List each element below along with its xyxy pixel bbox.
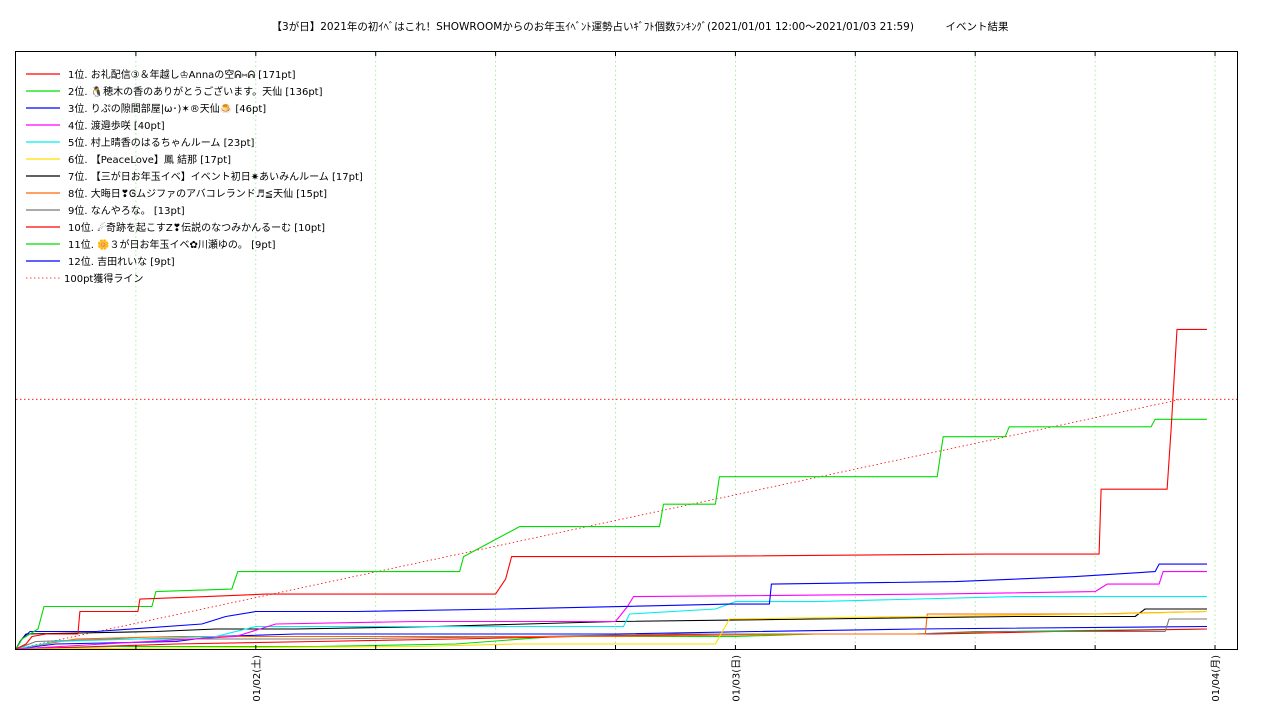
legend-label: 1位. お礼配信③＆年越し♔Annaの空ᕱ⑅ᕱ [171pt]	[68, 68, 296, 81]
x-tick-label: 01/04(月)	[1210, 655, 1222, 702]
line-chart: 01/02(土) 01/03(日) 01/04(月) 1位. お礼配信③＆年越し♔A…	[15, 51, 1238, 702]
series-line-1	[15, 328, 1207, 650]
legend-label: 12位. 吉田れいな [9pt]	[68, 255, 175, 268]
legend-label: 8位. 大晦日❣Ꮆムジファのアバコレランド♬≦天仙 [15pt]	[68, 187, 327, 200]
legend-label: 10位. ☄奇跡を起こすZ❣伝説のなつみかんるーむ [10pt]	[68, 221, 325, 234]
series-lines	[15, 328, 1208, 650]
x-tick-label: 01/03(日)	[731, 655, 742, 702]
legend-label: 6位. 【PeaceLove】鳳 結那 [17pt]	[68, 153, 231, 166]
legend-label: 5位. 村上晴香のはるちゃんルーム [23pt]	[68, 136, 254, 149]
legend: 1位. お礼配信③＆年越し♔Annaの空ᕱ⑅ᕱ [171pt] 2位. 🐧穂木の香…	[26, 68, 363, 285]
legend-label: 3位. りぷの隙間部屋|ω･)✶®天仙🍮 [46pt]	[68, 102, 266, 115]
grid	[135, 52, 1216, 649]
legend-label: 100pt獲得ライン	[64, 272, 143, 285]
series-line-5	[15, 596, 1207, 650]
reference-lines	[15, 398, 1237, 650]
reference-line-pace	[15, 398, 1182, 650]
x-axis: 01/02(土) 01/03(日) 01/04(月)	[135, 52, 1222, 702]
x-tick-label: 01/02(土)	[250, 655, 263, 702]
legend-label: 4位. 渡邉歩咲 [40pt]	[68, 119, 165, 132]
legend-label: 9位. なんやろな。 [13pt]	[68, 204, 185, 217]
legend-label: 7位. 【三が日お年玉イベ】イベント初日✷あいみんルーム [17pt]	[68, 170, 363, 183]
legend-label: 11位. 🌼３が日お年玉イベ✿川瀬ゆの。 [9pt]	[68, 238, 276, 251]
legend-label: 2位. 🐧穂木の香のありがとうございます。天仙 [136pt]	[68, 85, 323, 98]
